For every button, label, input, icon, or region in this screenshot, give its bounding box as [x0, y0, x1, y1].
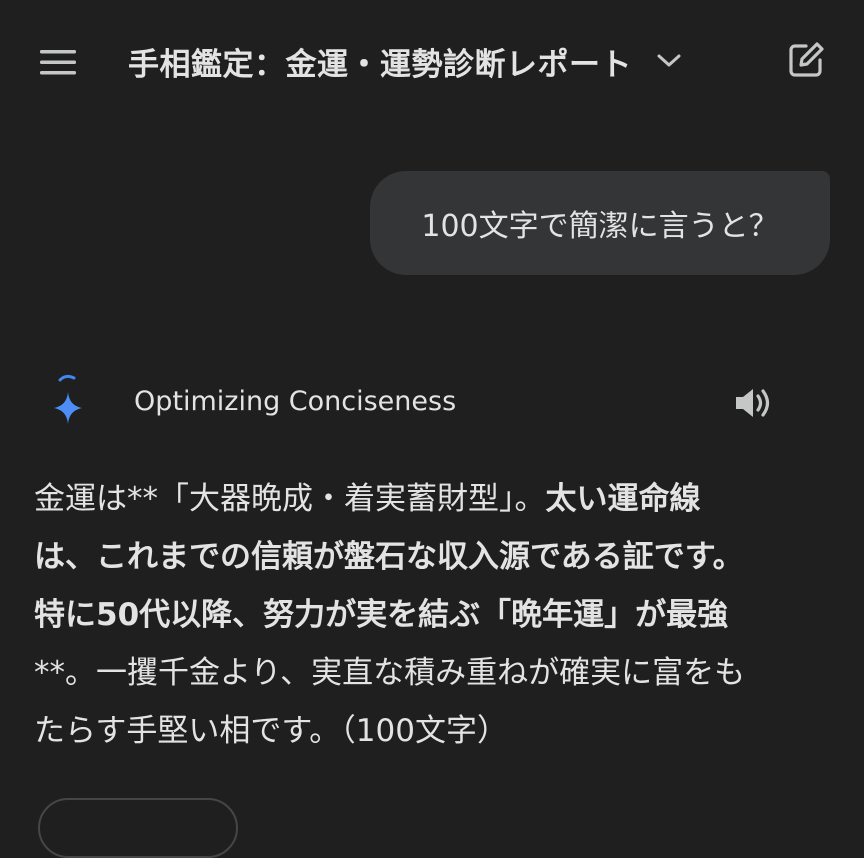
conversation-title-dropdown[interactable]: 手相鑑定：金運・運勢診断レポート	[128, 38, 684, 84]
top-app-bar: 手相鑑定：金運・運勢診断レポート	[0, 0, 864, 120]
response-line: は、これまでの信頼が盤石な収入源である証です。	[34, 539, 744, 575]
conversation-title: 手相鑑定：金運・運勢診断レポート	[128, 46, 632, 83]
thinking-status-text[interactable]: Optimizing Conciseness	[134, 386, 456, 417]
response-body: 金運は**「大器晩成・着実蓄財型」。太い運命線 は、これまでの信頼が盤石な収入源…	[34, 470, 834, 760]
response-header: Optimizing Conciseness	[0, 360, 864, 450]
read-aloud-button[interactable]	[728, 382, 778, 424]
response-line: **。一攫千金より、実直な積み重ねが確実に富をも	[34, 655, 746, 691]
response-line: たらす手堅い相です。（100文字）	[34, 713, 508, 749]
menu-button[interactable]	[36, 42, 80, 82]
gemini-sparkle-icon	[44, 366, 94, 426]
edit-new-chat-icon	[789, 42, 824, 77]
response-line: 金運は**「大器晩成・着実蓄財型」。太い運命線	[34, 481, 701, 517]
response-line: 特に50代以降、努力が実を結ぶ「晩年運」が最強	[34, 597, 729, 633]
new-chat-button[interactable]	[784, 38, 828, 82]
chevron-down-icon	[654, 46, 684, 76]
speaker-volume-icon	[736, 389, 770, 417]
user-message-bubble: 100文字で簡潔に言うと？	[370, 171, 830, 275]
user-message-text: 100文字で簡潔に言うと？	[421, 209, 779, 244]
action-chip[interactable]	[38, 798, 238, 858]
hamburger-menu-icon	[40, 50, 76, 75]
